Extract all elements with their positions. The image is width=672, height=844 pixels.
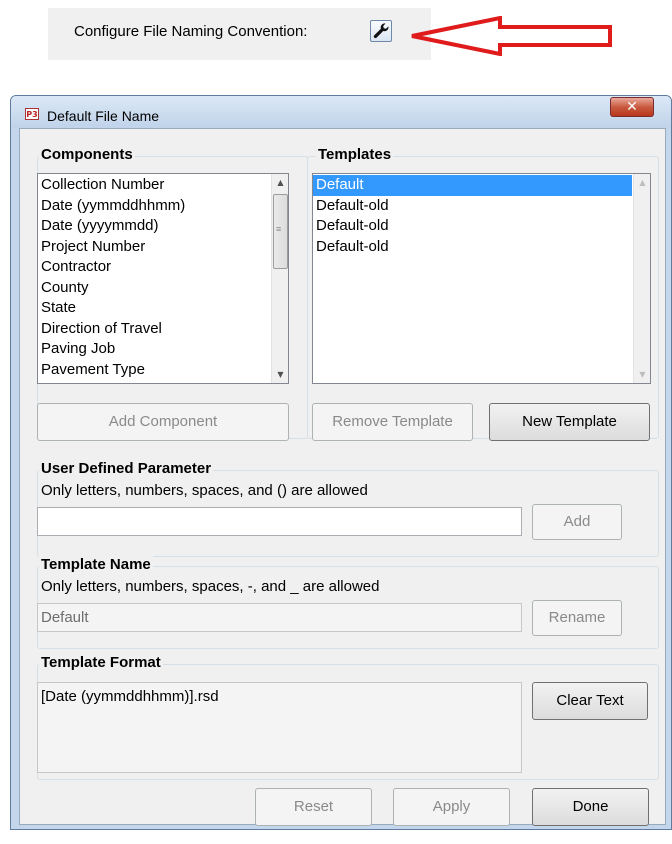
list-item[interactable]: Default-old	[313, 196, 632, 217]
new-template-button[interactable]: New Template	[489, 403, 650, 441]
rename-button[interactable]: Rename	[532, 600, 622, 636]
title-bar: P3 Default File Name ✕	[11, 96, 671, 128]
list-item[interactable]: Contractor	[38, 257, 270, 278]
scroll-down-arrow[interactable]: ▼	[272, 366, 288, 383]
add-param-button[interactable]: Add	[532, 504, 622, 540]
list-item[interactable]: Paving Job	[38, 339, 270, 360]
reset-button[interactable]: Reset	[255, 788, 372, 826]
user-param-input[interactable]	[37, 507, 522, 536]
components-listbox[interactable]: Collection Number Date (yymmddhhmm) Date (…	[37, 173, 289, 384]
default-file-name-dialog: P3 Default File Name ✕ Components Collec…	[10, 95, 672, 830]
red-arrow-annotation	[411, 16, 612, 56]
done-button[interactable]: Done	[532, 788, 649, 826]
close-button[interactable]: ✕	[610, 97, 654, 117]
list-item[interactable]: Direction of Travel	[38, 319, 270, 340]
templates-title: Templates	[316, 146, 394, 163]
list-item[interactable]: County	[38, 278, 270, 299]
list-item[interactable]: State	[38, 298, 270, 319]
template-format-title: Template Format	[39, 654, 163, 671]
user-param-description: Only letters, numbers, spaces, and () ar…	[41, 482, 368, 499]
template-format-text[interactable]: [Date (yymmddhhmm)].rsd	[37, 682, 522, 773]
clear-text-button[interactable]: Clear Text	[532, 682, 648, 720]
list-item[interactable]: Default-old	[313, 237, 632, 258]
scroll-up-arrow[interactable]: ▲	[634, 174, 650, 191]
add-component-button[interactable]: Add Component	[37, 403, 289, 441]
list-item[interactable]: Pavement Type	[38, 360, 270, 381]
banner-label: Configure File Naming Convention:	[74, 23, 308, 40]
list-item[interactable]: Project Number	[38, 237, 270, 258]
template-name-description: Only letters, numbers, spaces, -, and _ …	[41, 578, 380, 595]
configure-naming-button[interactable]	[370, 20, 392, 42]
templates-listbox[interactable]: Default Default-old Default-old Default-old…	[312, 173, 651, 384]
templates-scrollbar[interactable]: ▲ ▼	[633, 174, 650, 383]
scroll-up-arrow[interactable]: ▲	[272, 174, 288, 191]
close-icon: ✕	[626, 99, 638, 115]
dialog-client-area: Components Collection Number Date (yymmdd…	[19, 128, 666, 826]
window-title: Default File Name	[47, 108, 160, 124]
wrench-icon	[373, 23, 389, 39]
list-item[interactable]: Collection Number	[38, 175, 270, 196]
template-name-input[interactable]: Default	[37, 603, 522, 632]
user-param-title: User Defined Parameter	[39, 460, 214, 477]
list-item[interactable]: Default-old	[313, 216, 632, 237]
template-name-title: Template Name	[39, 556, 153, 573]
list-item[interactable]: Date (yymmddhhmm)	[38, 196, 270, 217]
components-title: Components	[39, 146, 135, 163]
list-item[interactable]: Date (yyyymmdd)	[38, 216, 270, 237]
p3-app-icon: P3	[25, 108, 39, 120]
list-item[interactable]: Default	[313, 175, 632, 196]
remove-template-button[interactable]: Remove Template	[312, 403, 473, 441]
scroll-down-arrow[interactable]: ▼	[634, 366, 650, 383]
components-scrollbar[interactable]: ▲ ≡ ▼	[271, 174, 288, 383]
grip-icon: ≡	[276, 224, 282, 234]
apply-button[interactable]: Apply	[393, 788, 510, 826]
